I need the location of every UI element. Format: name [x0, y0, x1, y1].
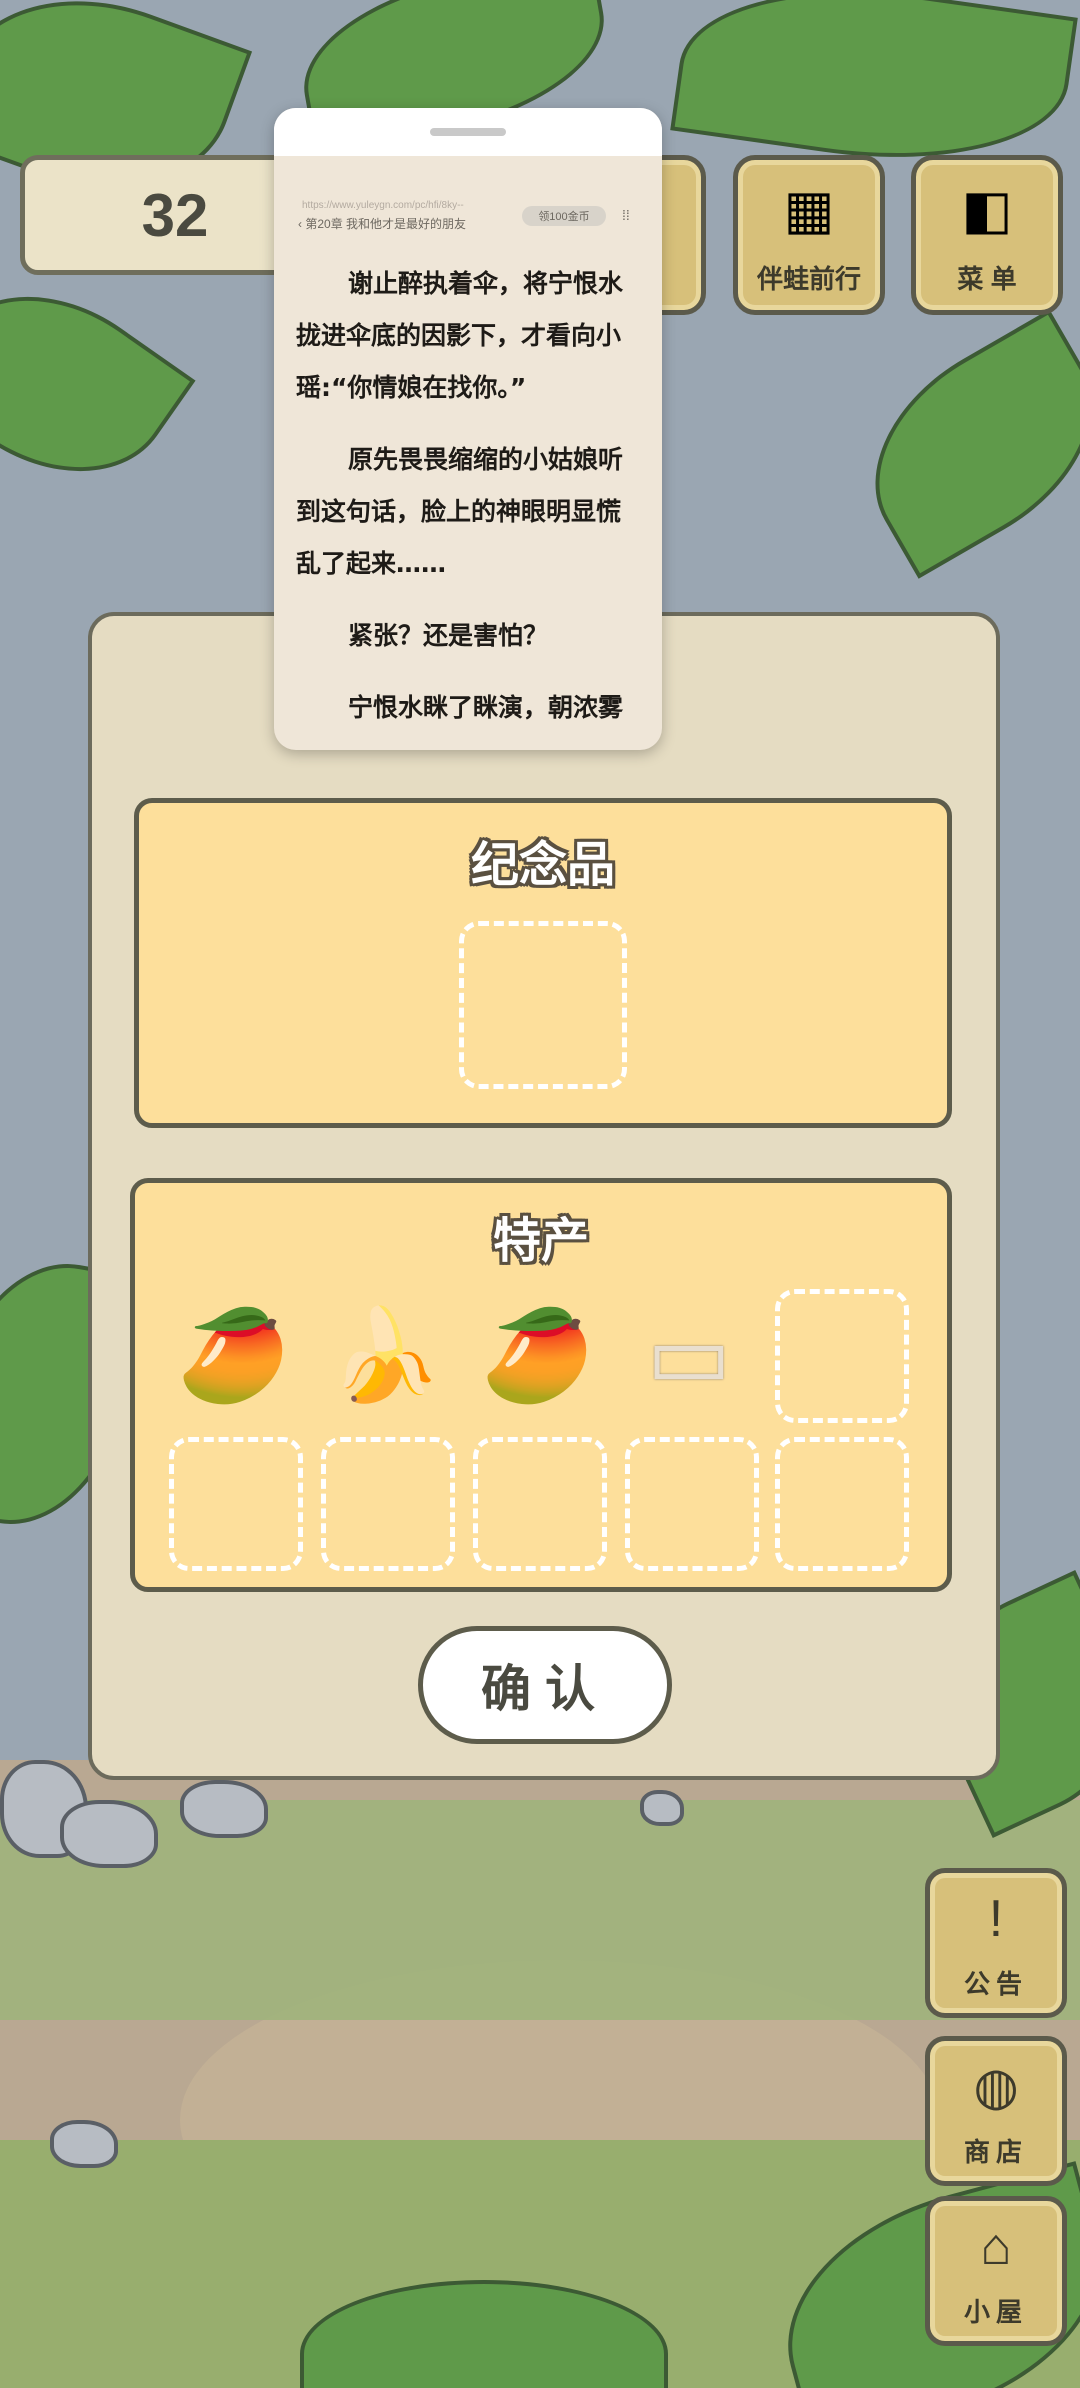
cabin-label: 小屋 [963, 2297, 1028, 2327]
empty-special-slot[interactable] [775, 1289, 909, 1423]
reader-chapter-title[interactable]: ‹ 第20章 我和他才是最好的朋友 [298, 215, 466, 232]
special-item-slot[interactable]: 🥭 [167, 1289, 299, 1421]
paragraph: 谢止醉执着伞，将宁恨水拢进伞底的因影下，才看向小瑶:“你情娘在找你。” [296, 269, 624, 402]
drag-handle[interactable] [430, 128, 506, 136]
special-item-slot[interactable]: 🍌 [319, 1289, 451, 1421]
gift-dialog: 纪念品 特产 🥭 🍌 🥭 ▭ 确认 [88, 612, 1000, 1780]
reader-url: https://www.yuleygn.com/pc/hfi/8ky-- [302, 200, 464, 211]
paragraph: 紧张？还是害怕？ [348, 621, 549, 650]
travel-with-frog-label: 伴蛙前行 [756, 264, 861, 294]
album-icon: ▦ [783, 180, 835, 240]
rock [60, 1800, 158, 1868]
exclamation-icon: ! [988, 1889, 1004, 1948]
reader-body: 谢止醉执着伞，将宁恨水拢进伞底的因影下，才看向小瑶:“你情娘在找你。” 原先畏畏… [296, 258, 644, 750]
grass-band [0, 1800, 1080, 2020]
empty-special-slot[interactable] [321, 1437, 455, 1571]
special-item-slot[interactable]: ▭ [623, 1289, 755, 1421]
empty-special-slot[interactable] [625, 1437, 759, 1571]
souvenir-section: 纪念品 [134, 798, 952, 1128]
notice-button[interactable]: ! 公告 [925, 1868, 1067, 2018]
chapter-title-text: 第20章 我和他才是最好的朋友 [305, 217, 467, 231]
money-value: 32 [141, 181, 209, 249]
menu-cards-icon: ◧ [961, 180, 1013, 240]
rock [50, 2120, 118, 2168]
paragraph: 宁恨水眯了眯演，朝浓雾 [348, 693, 624, 722]
special-item-slot[interactable]: 🥭 [471, 1289, 603, 1421]
special-title: 特产 [492, 1215, 589, 1268]
reader-drag-bar[interactable] [274, 108, 662, 156]
bag-icon: ◍ [973, 2057, 1019, 2116]
empty-special-slot[interactable] [473, 1437, 607, 1571]
rock [180, 1780, 268, 1838]
special-products-section: 特产 🥭 🍌 🥭 ▭ [130, 1178, 952, 1592]
empty-special-slot[interactable] [775, 1437, 909, 1571]
confirm-button[interactable]: 确认 [418, 1626, 672, 1744]
empty-special-slot[interactable] [169, 1437, 303, 1571]
menu-button[interactable]: ◧ 菜 单 [911, 155, 1063, 315]
cabin-button[interactable]: ⌂ 小屋 [925, 2196, 1067, 2346]
shop-label: 商店 [963, 2137, 1028, 2167]
rock [640, 1790, 684, 1826]
floating-reader-window[interactable]: https://www.yuleygn.com/pc/hfi/8ky-- ‹ 第… [274, 108, 662, 750]
mango-icon: 🥭 [480, 1305, 594, 1406]
nougat-icon: ▭ [646, 1305, 732, 1406]
paragraph: 原先畏畏缩缩的小姑娘听到这句话，脸上的神眼明显慌乱了起来…… [296, 445, 624, 578]
more-options-icon[interactable]: ⁞⁞ [622, 207, 630, 223]
menu-label: 菜 单 [957, 264, 1017, 294]
house-icon: ⌂ [980, 2217, 1012, 2276]
banana-icon: 🍌 [328, 1305, 442, 1406]
claim-coins-button[interactable]: 领100金币 [522, 206, 606, 226]
travel-with-frog-button[interactable]: ▦ 伴蛙前行 [733, 155, 885, 315]
souvenir-title: 纪念品 [470, 839, 615, 892]
coin-label: 领100金币 [538, 211, 590, 223]
notice-label: 公告 [963, 1969, 1028, 1999]
shop-button[interactable]: ◍ 商店 [925, 2036, 1067, 2186]
souvenir-slot[interactable] [459, 921, 627, 1089]
mango-icon: 🥭 [176, 1305, 290, 1406]
